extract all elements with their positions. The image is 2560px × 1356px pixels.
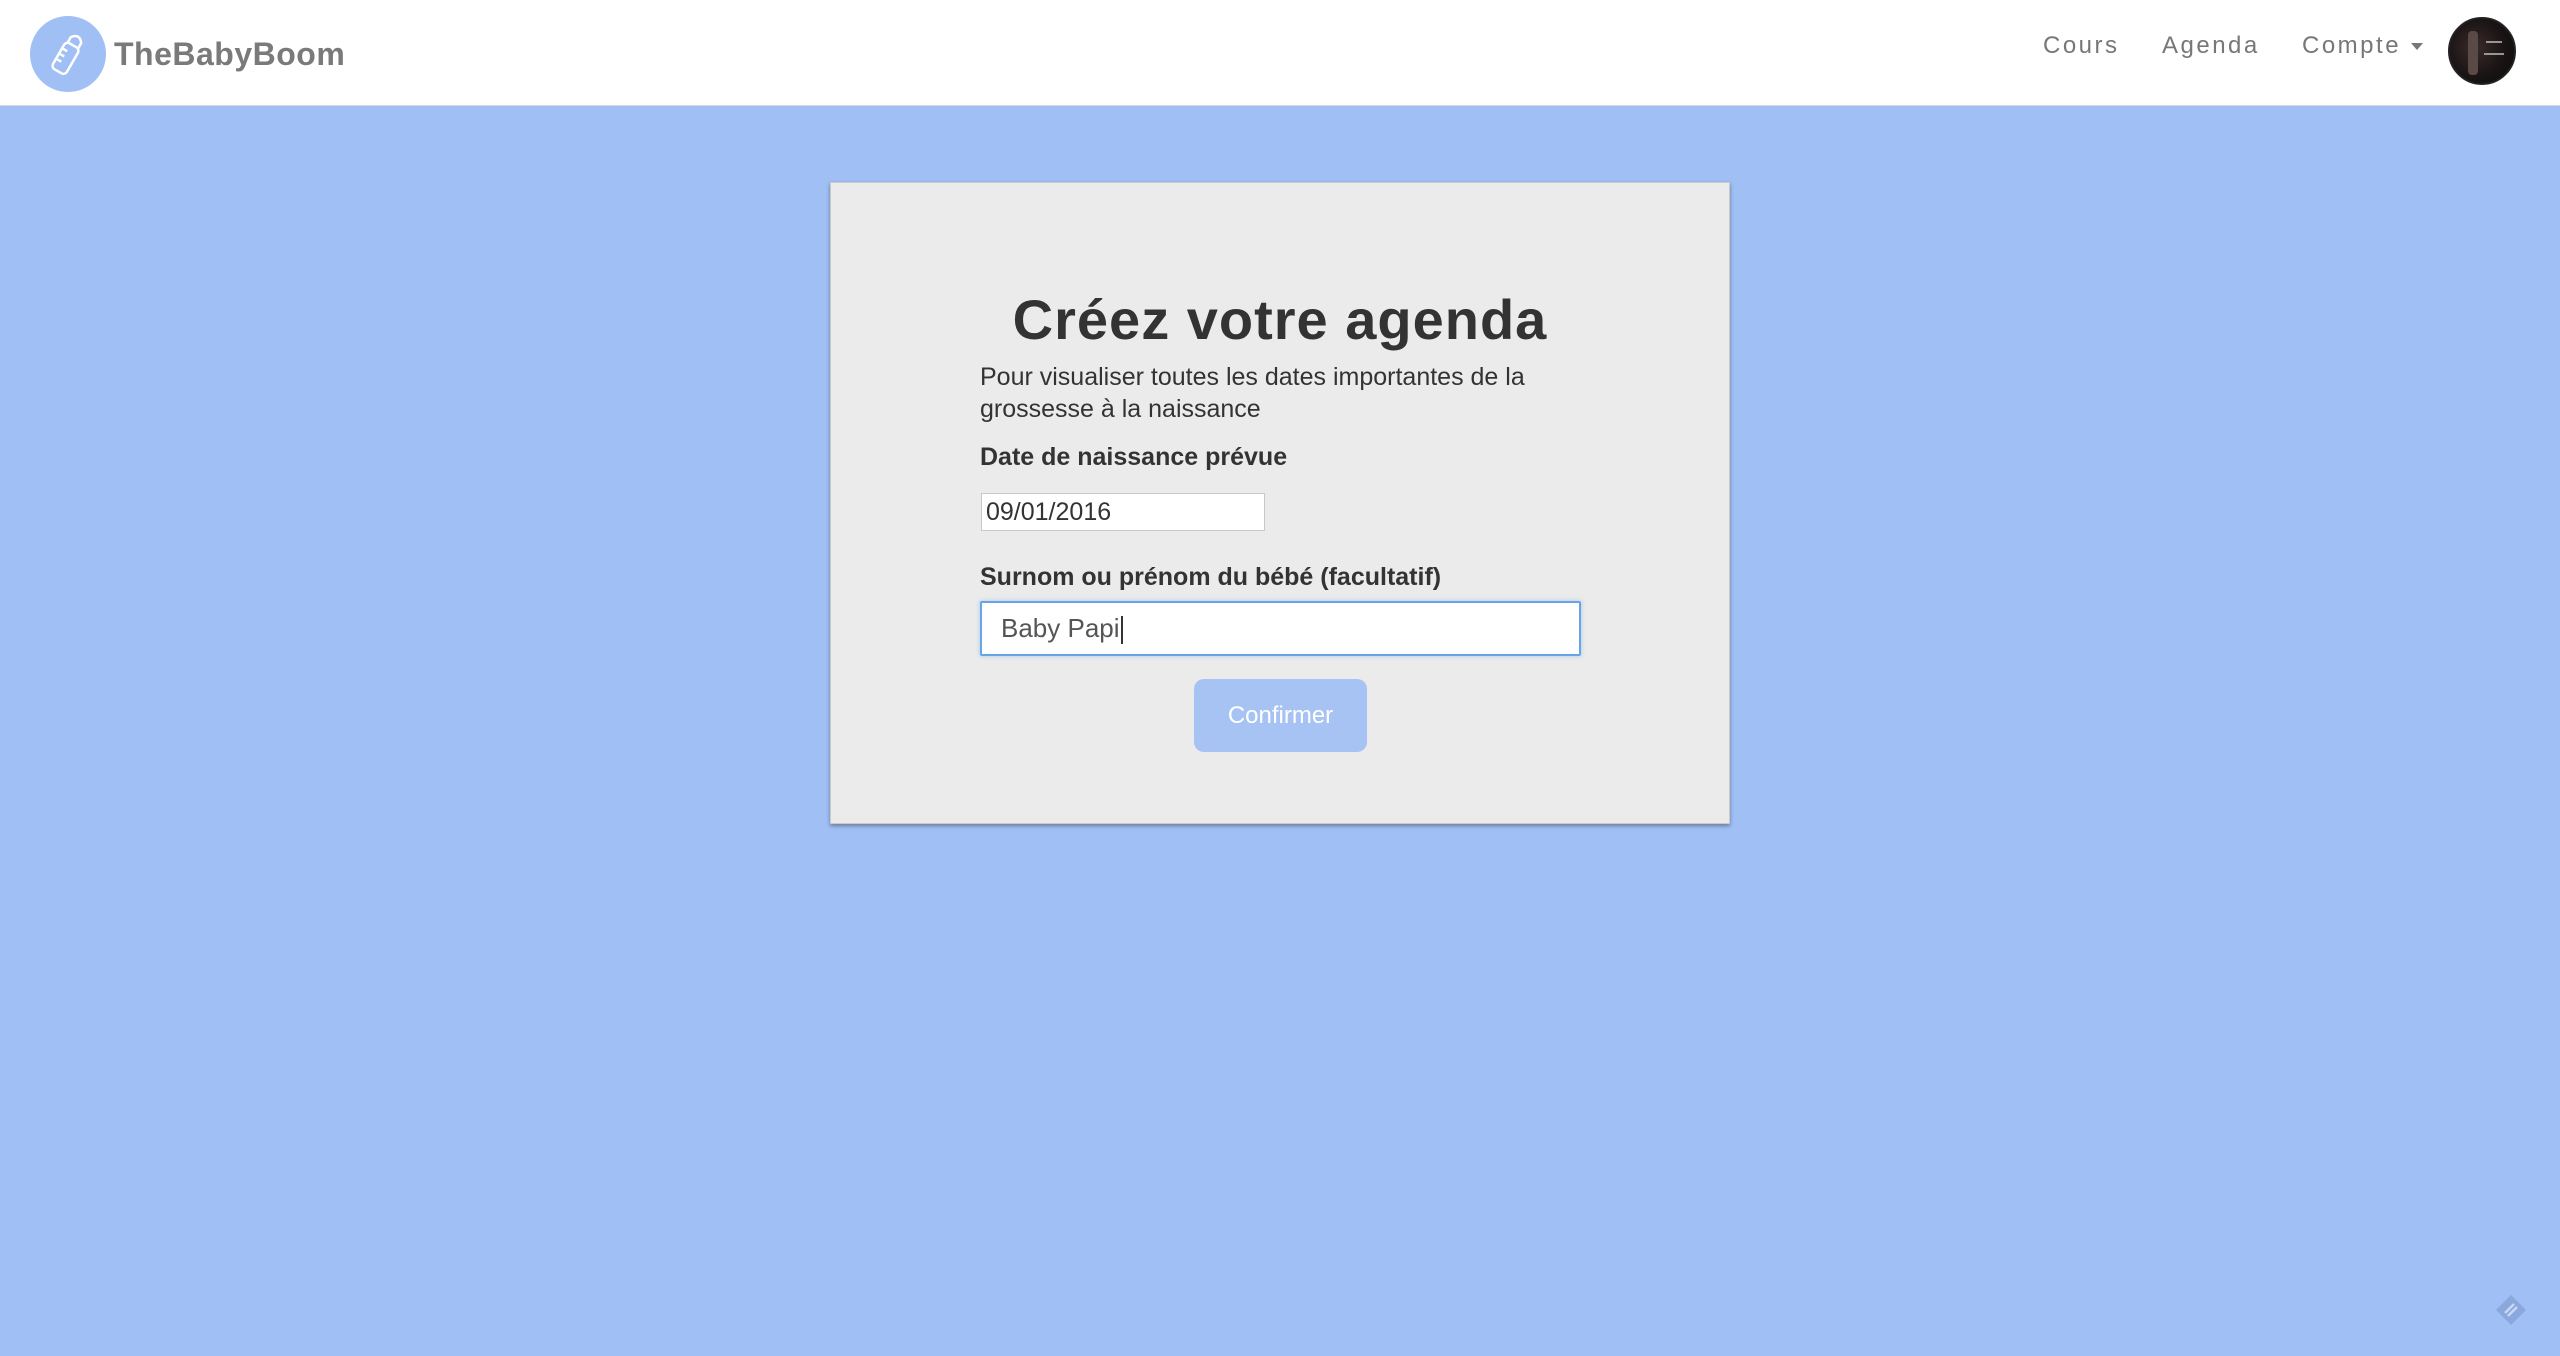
top-navbar: TheBabyBoom Cours Agenda Compte xyxy=(0,0,2560,106)
nav-item-compte-label: Compte xyxy=(2302,32,2402,59)
baby-name-value: Baby Papi xyxy=(1001,613,1120,643)
baby-name-input[interactable]: Baby Papi xyxy=(980,601,1581,656)
avatar-decoration xyxy=(2486,41,2502,43)
nav-item-agenda[interactable]: Agenda xyxy=(2162,32,2260,60)
nav-item-cours[interactable]: Cours xyxy=(2043,32,2120,60)
chevron-down-icon xyxy=(2411,43,2424,51)
feedback-icon[interactable] xyxy=(2494,1293,2528,1327)
due-date-label: Date de naissance prévue xyxy=(980,443,1288,471)
create-agenda-card: Créez votre agenda Pour visualiser toute… xyxy=(830,182,1730,824)
baby-bottle-icon xyxy=(30,16,106,92)
text-cursor xyxy=(1120,616,1123,645)
page-title: Créez votre agenda xyxy=(1012,288,1548,351)
confirm-button[interactable]: Confirmer xyxy=(1194,679,1367,752)
avatar[interactable] xyxy=(2448,17,2516,85)
avatar-decoration xyxy=(2484,53,2504,55)
nav-item-compte[interactable]: Compte xyxy=(2302,32,2424,60)
page-subtitle: Pour visualiser toutes les dates importa… xyxy=(980,363,1525,423)
avatar-figure xyxy=(2468,31,2478,75)
brand[interactable]: TheBabyBoom xyxy=(30,16,345,92)
due-date-input[interactable]: 09/01/2016 xyxy=(981,493,1265,531)
brand-name[interactable]: TheBabyBoom xyxy=(114,36,345,73)
baby-name-label: Surnom ou prénom du bébé (facultatif) xyxy=(980,563,1442,591)
